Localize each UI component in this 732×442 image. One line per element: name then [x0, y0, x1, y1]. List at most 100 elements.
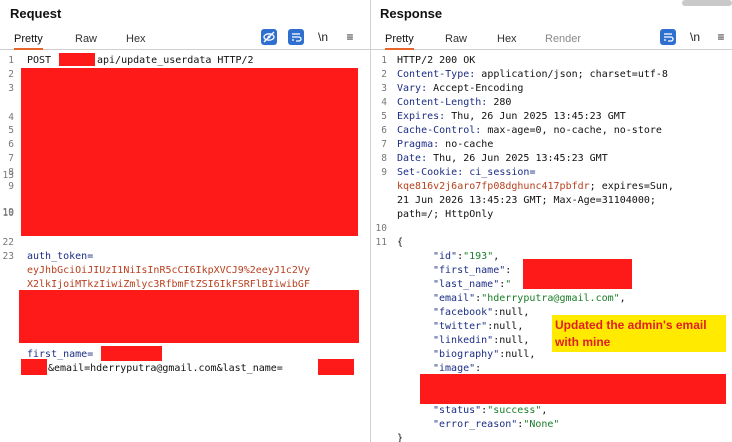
header-key: Set-Cookie: [397, 167, 470, 178]
cookie-value: kqe816v2j6aro7fp08dghunc417pbfdr [397, 181, 590, 192]
line-number: 13 [2, 170, 14, 181]
json-key: "linkedin" [433, 335, 494, 346]
request-path: api/update_userdata HTTP/2 [97, 55, 254, 66]
line-number: 7 [381, 139, 387, 150]
json-key: "facebook" [433, 307, 494, 318]
line-number: 3 [8, 83, 14, 94]
redacted-image [420, 374, 726, 404]
header-key: Content-Length: [397, 97, 494, 108]
email-param: &email=hderryputra@gmail.com&last_name= [48, 363, 283, 374]
json-value: null [499, 307, 524, 318]
response-tabs: Pretty Raw Hex Render [371, 30, 732, 50]
menu-icon[interactable]: ≡ [713, 29, 729, 45]
tab-raw[interactable]: Raw [75, 32, 97, 50]
redacted-headers [21, 68, 358, 236]
json-value: null [493, 321, 518, 332]
cookie-attrs: 21 Jun 2026 13:45:23 GMT; Max-Age=311040… [397, 195, 656, 206]
tab-render[interactable]: Render [545, 32, 581, 50]
json-key: "error_reason" [433, 419, 518, 430]
tab-raw[interactable]: Raw [445, 32, 467, 50]
response-title: Response [380, 6, 443, 21]
json-value: "success" [487, 405, 542, 416]
line-number: 9 [381, 167, 387, 178]
line-number: 11 [375, 237, 387, 248]
json-key: "twitter" [433, 321, 488, 332]
json-key: "last_name" [433, 279, 500, 290]
line-number: 5 [381, 111, 387, 122]
cookie-name: ci_session= [469, 167, 536, 178]
header-value: application/json; charset=utf-8 [481, 69, 668, 80]
header-key: Vary: [397, 83, 434, 94]
redacted-host [59, 53, 95, 66]
json-key: "image" [433, 363, 476, 374]
line-number: 22 [2, 237, 14, 248]
cookie-attrs: ; expires=Sun, [589, 181, 674, 192]
json-key: "first_name" [433, 265, 506, 276]
scrollbar[interactable] [682, 0, 732, 6]
json-brace-close: } [397, 433, 404, 442]
eye-off-icon[interactable] [261, 29, 277, 45]
redacted-first-name [523, 259, 632, 289]
line-number: 10 [375, 223, 387, 234]
line-number: 3 [381, 83, 387, 94]
redacted-first-name [101, 346, 162, 361]
line-number: 23 [2, 251, 14, 262]
response-editor[interactable]: 1 2 3 4 5 6 7 8 9 10 11 HTTP/2 200 OK Co… [371, 53, 732, 442]
redacted-last-name [318, 359, 354, 375]
status-line: HTTP/2 200 OK [397, 55, 476, 66]
auth-token-value-1: eyJhbGciOiJIUzI1NiIsInR5cCI6IkpXVCJ9%2ee… [27, 265, 310, 276]
line-number: 1 [8, 55, 14, 66]
line-number: 7 [8, 153, 14, 164]
line-number: 1 [381, 55, 387, 66]
header-value: no-cache [445, 139, 494, 150]
tab-hex[interactable]: Hex [126, 32, 146, 50]
json-key: "biography" [433, 349, 500, 360]
tab-pretty[interactable]: Pretty [385, 32, 414, 50]
line-number: 6 [381, 125, 387, 136]
newline-icon[interactable]: \n [315, 29, 331, 45]
annotation-callout: Updated the admin's email with mine [552, 315, 726, 352]
json-value: "None" [523, 419, 560, 430]
header-key: Cache-Control: [397, 125, 488, 136]
tab-hex[interactable]: Hex [497, 32, 517, 50]
wrap-icon[interactable] [288, 29, 304, 45]
header-value: max-age=0, no-cache, no-store [487, 125, 662, 136]
line-number: 19 [2, 207, 14, 218]
header-value: 280 [493, 97, 512, 108]
request-pane: Request Pretty Raw Hex \n ≡ 1 2 3 4 5 6 … [0, 0, 370, 442]
tab-pretty[interactable]: Pretty [14, 32, 43, 50]
json-value: "193" [463, 251, 494, 262]
line-number: 8 [381, 153, 387, 164]
header-value: Thu, 26 Jun 2025 13:45:23 GMT [433, 153, 608, 164]
newline-icon[interactable]: \n [687, 29, 703, 45]
auth-token-label: auth_token= [27, 251, 94, 262]
json-key: "status" [433, 405, 482, 416]
request-method: POST [27, 55, 58, 66]
line-number: 4 [8, 112, 14, 123]
line-number: 5 [8, 125, 14, 136]
json-key: "id" [433, 251, 458, 262]
request-title: Request [10, 6, 62, 21]
line-number: 6 [8, 139, 14, 150]
line-number: 2 [381, 69, 387, 80]
json-key: "email" [433, 293, 476, 304]
line-number: 4 [381, 97, 387, 108]
wrap-icon[interactable] [660, 29, 676, 45]
response-pane: Response Pretty Raw Hex Render \n ≡ 1 2 … [370, 0, 732, 442]
json-value: null [505, 349, 530, 360]
request-editor[interactable]: 1 2 3 4 5 6 7 8 9 10 11 13 19 22 23 POST… [0, 53, 370, 442]
line-number: 2 [8, 69, 14, 80]
json-brace-open: { [397, 237, 404, 248]
header-key: Date: [397, 153, 434, 164]
menu-icon[interactable]: ≡ [342, 29, 358, 45]
annotation-line: Updated the admin's email [555, 318, 707, 332]
header-key: Expires: [397, 111, 452, 122]
json-value: "hderryputra@gmail.com" [481, 293, 620, 304]
cookie-attrs: path=/; HttpOnly [397, 209, 494, 220]
json-value: null [499, 335, 524, 346]
header-value: Accept-Encoding [433, 83, 524, 94]
header-key: Pragma: [397, 139, 446, 150]
annotation-line: with mine [555, 335, 611, 349]
header-value: Thu, 26 Jun 2025 13:45:23 GMT [451, 111, 626, 122]
header-key: Content-Type: [397, 69, 482, 80]
